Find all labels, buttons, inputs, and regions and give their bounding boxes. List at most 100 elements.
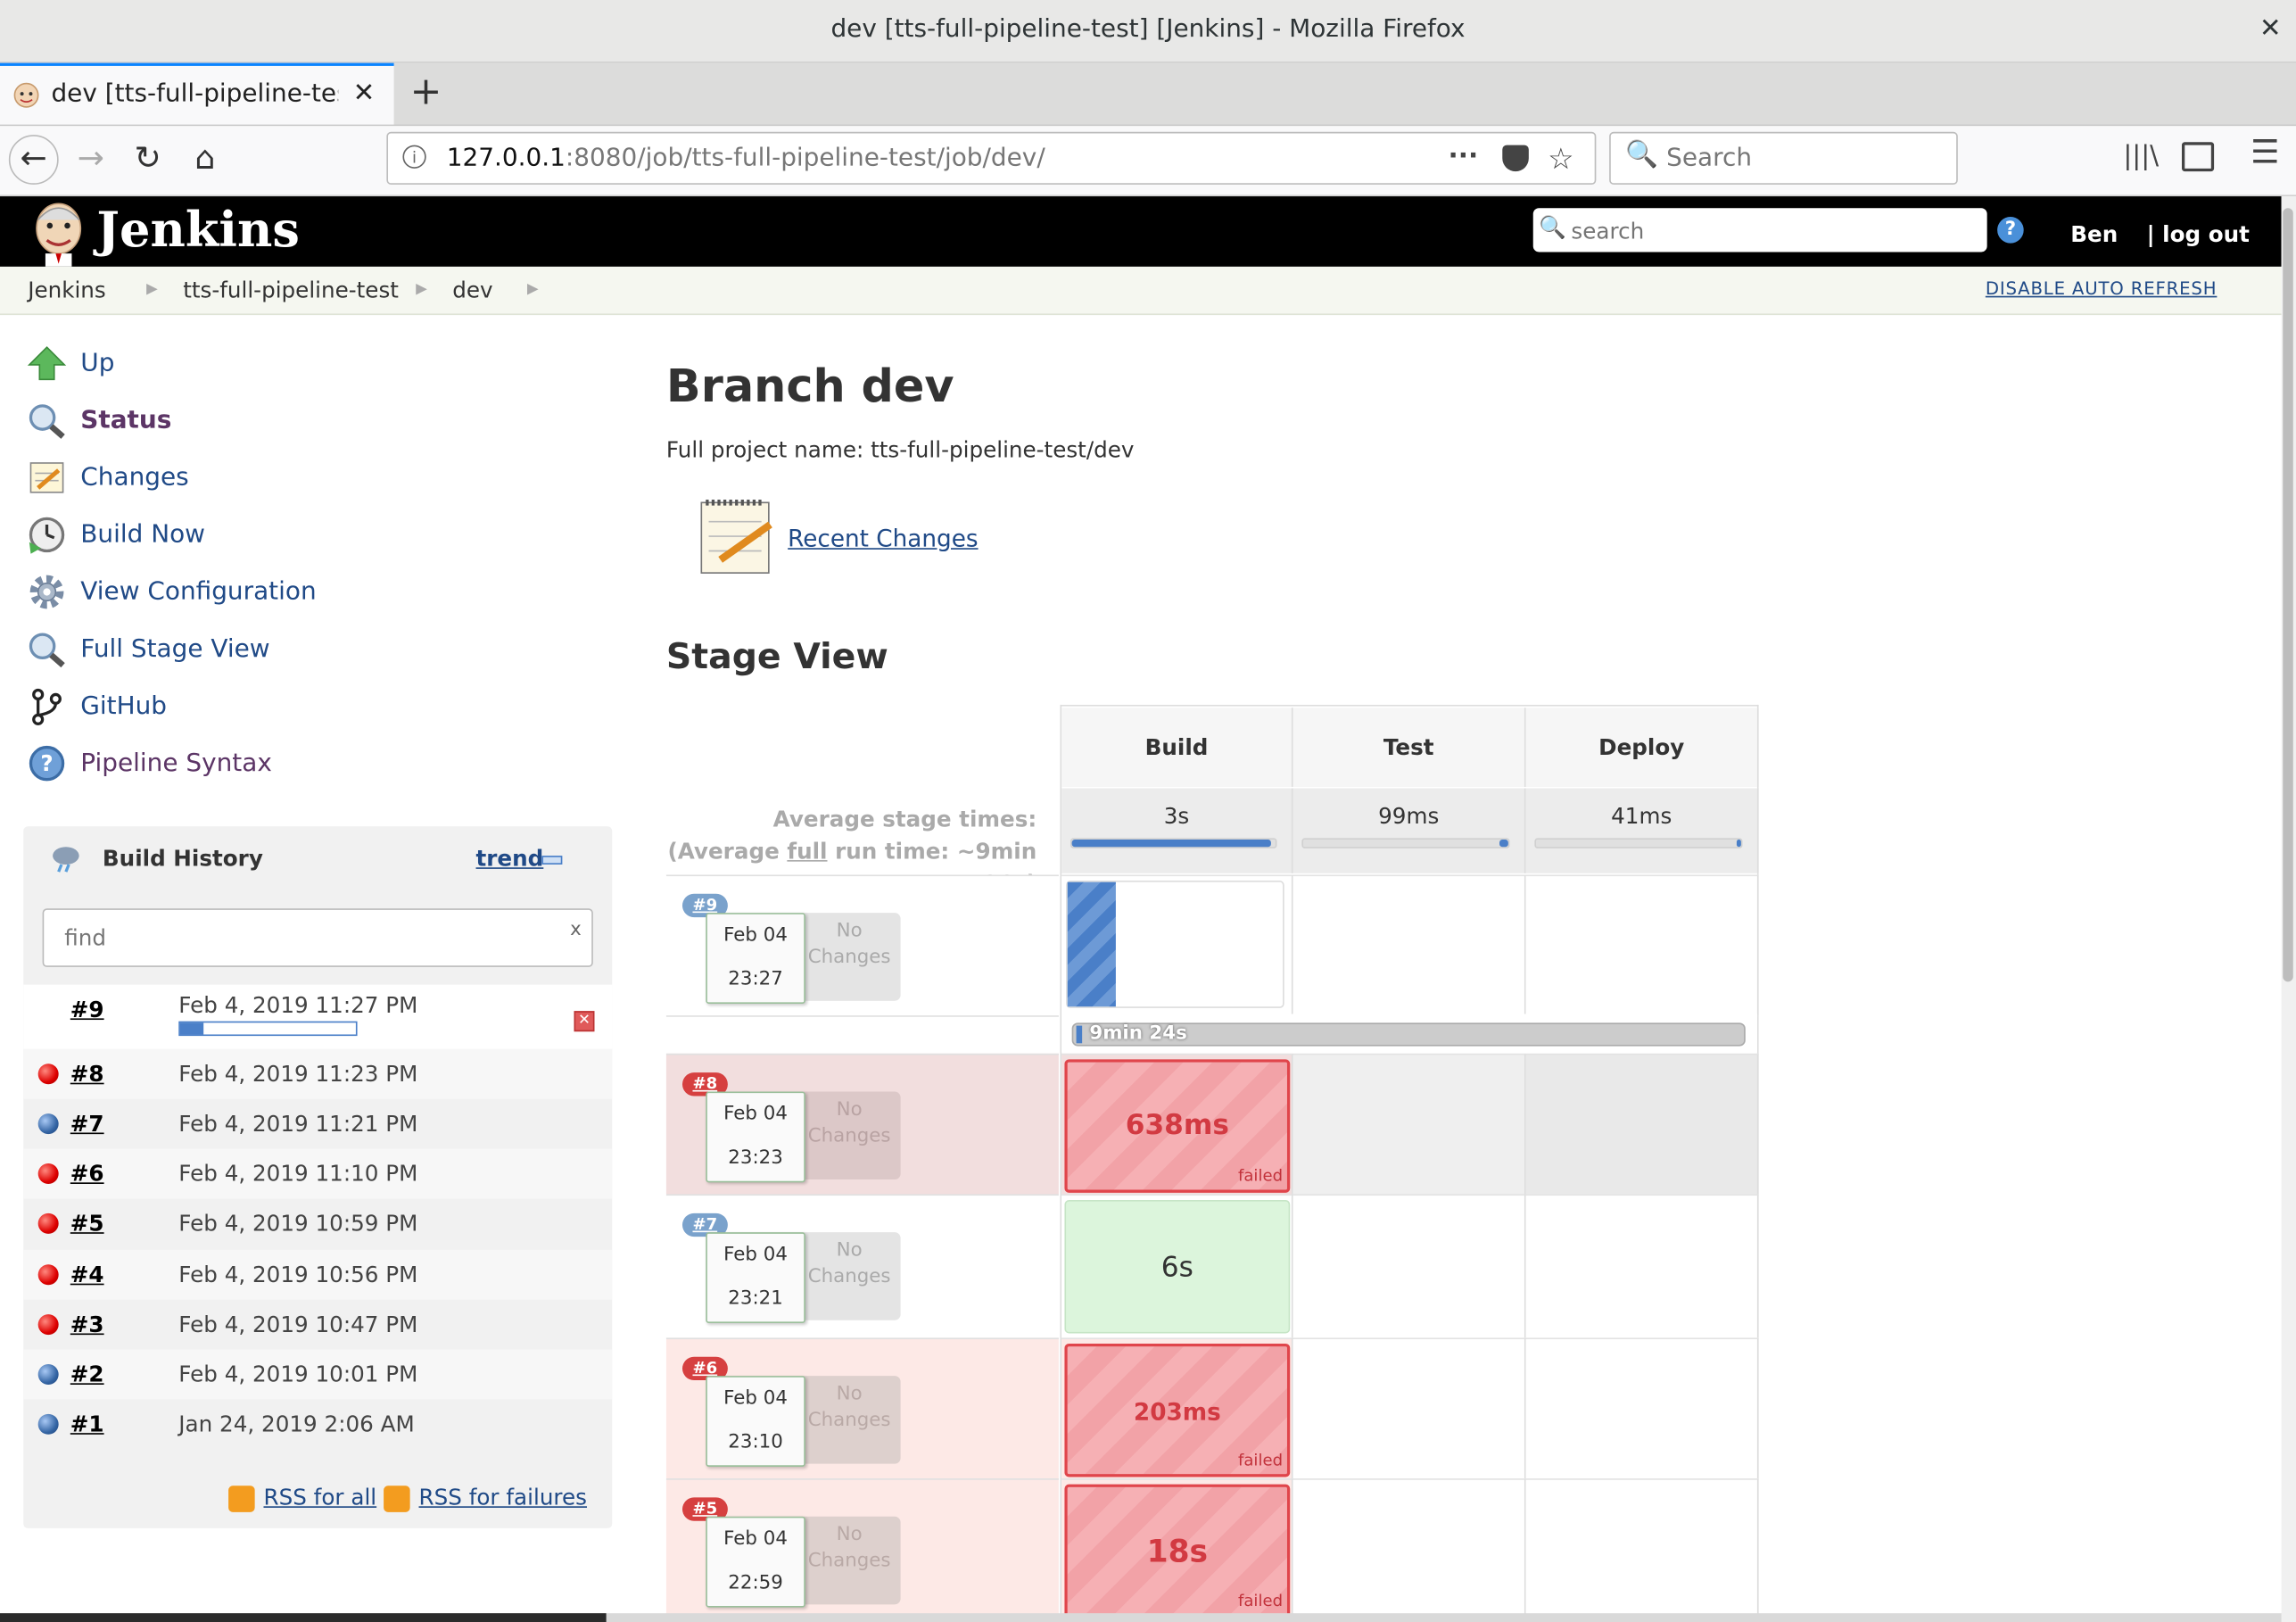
- rss-icon[interactable]: [384, 1485, 410, 1512]
- window-title: dev [tts-full-pipeline-test] [Jenkins] -…: [830, 14, 1466, 45]
- stage-cell-build[interactable]: [1061, 874, 1293, 1016]
- avg-time-deploy: 41ms: [1525, 788, 1759, 873]
- build-history-row[interactable]: #8 Feb 4, 2019 11:23 PM: [23, 1048, 613, 1099]
- stage-cell-test: [1293, 1337, 1526, 1479]
- build-number-link[interactable]: #5: [70, 1198, 104, 1248]
- scrollbar-thumb[interactable]: [2283, 208, 2293, 982]
- build-history-row[interactable]: #4 Feb 4, 2019 10:56 PM: [23, 1249, 613, 1300]
- build-number-link[interactable]: #8: [70, 1049, 104, 1099]
- build-number-link[interactable]: #2: [70, 1350, 104, 1400]
- task-github-label[interactable]: GitHub: [80, 684, 167, 728]
- breadcrumb-chevron-icon[interactable]: ▶: [146, 267, 158, 314]
- failed-stage-box[interactable]: 18s failed: [1064, 1484, 1291, 1618]
- failed-status-icon: [37, 1163, 59, 1184]
- avg-time-fill: [1071, 840, 1272, 848]
- search-engine-icon: 🔍: [1625, 139, 1658, 170]
- running-progress-stripes: [1067, 881, 1116, 1007]
- find-clear-icon[interactable]: x: [570, 910, 582, 951]
- build-date: Feb 4, 2019 10:59 PM: [178, 1210, 418, 1237]
- build-date: Jan 24, 2019 2:06 AM: [178, 1411, 415, 1438]
- collapse-icon[interactable]: [541, 856, 563, 865]
- task-pipeline-syntax-label[interactable]: Pipeline Syntax: [80, 741, 272, 785]
- failed-stage-box[interactable]: 638ms failed: [1064, 1059, 1291, 1193]
- success-status-icon: [37, 1113, 59, 1135]
- build-number-link[interactable]: #3: [70, 1300, 104, 1350]
- build-number-link[interactable]: #9: [70, 985, 104, 1035]
- stage-cell-build[interactable]: 18s failed: [1061, 1478, 1293, 1622]
- task-status-label[interactable]: Status: [80, 399, 171, 443]
- user-link[interactable]: Ben: [2070, 196, 2118, 272]
- build-number-link[interactable]: #1: [70, 1399, 104, 1449]
- back-icon[interactable]: ←: [8, 135, 59, 185]
- build-number-link[interactable]: #7: [70, 1099, 104, 1149]
- rss-failures-link[interactable]: RSS for failures: [418, 1485, 587, 1511]
- disable-auto-refresh-link[interactable]: DISABLE AUTO REFRESH: [1986, 267, 2218, 310]
- avg-time-bar: [1070, 838, 1277, 848]
- build-history-row[interactable]: #9 Feb 4, 2019 11:27 PM ✕: [23, 984, 613, 1049]
- jenkins-title[interactable]: Jenkins: [96, 196, 299, 264]
- browser-tab[interactable]: dev [tts-full-pipeline-test ✕: [0, 62, 394, 125]
- stage-cell-build[interactable]: 6s: [1061, 1194, 1293, 1338]
- new-tab-icon[interactable]: +: [410, 63, 445, 122]
- help-icon[interactable]: ?: [1997, 217, 2024, 244]
- success-stage-box[interactable]: 6s: [1064, 1200, 1291, 1334]
- jenkins-search-box[interactable]: 🔍: [1532, 208, 1987, 252]
- build-date: Feb 4, 2019 10:01 PM: [178, 1361, 418, 1388]
- build-history-row[interactable]: #5 Feb 4, 2019 10:59 PM: [23, 1198, 612, 1248]
- window-close-icon[interactable]: ✕: [2259, 0, 2282, 59]
- build-history-find-box[interactable]: find x: [42, 908, 593, 967]
- browser-search-bar[interactable]: 🔍 Search: [1609, 131, 1958, 185]
- url-bar[interactable]: i 127.0.0.1:8080/job/tts-full-pipeline-t…: [386, 131, 1597, 185]
- jenkins-search-input[interactable]: [1568, 213, 1970, 250]
- task-changes-label[interactable]: Changes: [80, 456, 188, 500]
- breadcrumb-chevron-icon[interactable]: ▶: [416, 267, 427, 314]
- bookmark-star-icon[interactable]: ☆: [1548, 133, 1573, 183]
- task-up-label[interactable]: Up: [80, 342, 114, 385]
- running-total-fill: [1076, 1025, 1083, 1044]
- failed-status-icon: [37, 1314, 59, 1336]
- abort-build-icon[interactable]: ✕: [574, 1011, 595, 1032]
- avg-time-bar: [1534, 838, 1743, 848]
- build-history-row[interactable]: #1 Jan 24, 2019 2:06 AM: [23, 1399, 612, 1449]
- stage-duration: 638ms: [1125, 1109, 1229, 1142]
- breadcrumb-chevron-icon[interactable]: ▶: [527, 267, 539, 314]
- task-full-stage-view-label[interactable]: Full Stage View: [80, 627, 269, 671]
- site-info-icon[interactable]: i: [402, 145, 426, 169]
- task-build-now-label[interactable]: Build Now: [80, 513, 205, 557]
- breadcrumb-jenkins[interactable]: Jenkins: [28, 267, 106, 314]
- jenkins-logo-icon[interactable]: [27, 199, 91, 267]
- rss-all-link[interactable]: RSS for all: [263, 1485, 376, 1511]
- menu-icon[interactable]: ☰: [2251, 135, 2279, 171]
- build-number-link[interactable]: #4: [70, 1250, 104, 1300]
- logout-link[interactable]: | log out: [2147, 196, 2250, 272]
- no-changes-box: No Changes: [797, 1232, 901, 1320]
- breadcrumb-project[interactable]: tts-full-pipeline-test: [183, 267, 399, 314]
- build-number-link[interactable]: #6: [70, 1149, 104, 1199]
- build-history-row[interactable]: #3 Feb 4, 2019 10:47 PM: [23, 1300, 612, 1350]
- forward-icon[interactable]: →: [68, 137, 115, 184]
- build-history-row[interactable]: #7 Feb 4, 2019 11:21 PM: [23, 1099, 612, 1149]
- stage-header-build: Build: [1061, 708, 1293, 787]
- home-icon[interactable]: ⌂: [182, 137, 229, 184]
- tab-close-icon[interactable]: ✕: [353, 66, 376, 121]
- running-total-row: 9min 24s: [1061, 1014, 1757, 1053]
- sidebar-toggle-icon[interactable]: [2181, 142, 2215, 172]
- build-history-row[interactable]: #2 Feb 4, 2019 10:01 PM: [23, 1349, 613, 1400]
- failed-label: failed: [1237, 1591, 1284, 1610]
- reload-icon[interactable]: ↻: [125, 137, 172, 184]
- stage-cell-deploy: [1525, 1337, 1759, 1479]
- breadcrumb-branch[interactable]: dev: [452, 267, 492, 314]
- task-view-configuration-label[interactable]: View Configuration: [80, 570, 316, 614]
- library-icon[interactable]: |||\: [2123, 141, 2159, 171]
- trend-link[interactable]: trend: [476, 826, 544, 890]
- build-history-row[interactable]: #6 Feb 4, 2019 11:10 PM: [23, 1148, 613, 1199]
- page-scrollbar[interactable]: [2281, 196, 2296, 1622]
- failed-stage-box[interactable]: 203ms failed: [1064, 1343, 1291, 1477]
- stage-view-title: Stage View: [665, 635, 888, 677]
- pocket-icon[interactable]: [1502, 145, 1529, 172]
- page-actions-icon[interactable]: ···: [1449, 133, 1479, 180]
- recent-changes-link[interactable]: Recent Changes: [788, 525, 978, 552]
- rss-icon[interactable]: [228, 1485, 255, 1512]
- stage-cell-build[interactable]: 203ms failed: [1061, 1337, 1293, 1479]
- stage-cell-build[interactable]: 638ms failed: [1061, 1053, 1293, 1195]
